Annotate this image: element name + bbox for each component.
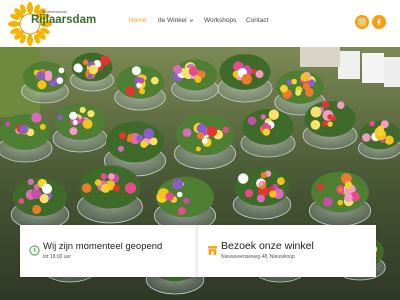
facebook-icon — [377, 18, 381, 26]
opening-hours-card: Wij zijn momenteel geopend tot 18:00 uur — [20, 225, 197, 277]
opening-hours-text: tot 18:00 uur — [43, 254, 72, 260]
logo[interactable]: Bloemenwinkel Rijlaarsdam — [8, 2, 96, 46]
nav-item-contact[interactable]: Contact — [246, 17, 268, 24]
facebook-button[interactable] — [372, 15, 386, 29]
instagram-icon — [358, 18, 366, 26]
site-header: Bloemenwinkel Rijlaarsdam Home de Winkel… — [0, 0, 400, 47]
logo-brand-name: Rijlaarsdam — [31, 14, 97, 26]
visit-store-title: Bezoek onze winkel — [221, 240, 314, 252]
nav-item-de-winkel-label: de Winkel — [158, 17, 187, 24]
nav-item-home[interactable]: Home — [129, 17, 146, 24]
nav-item-workshops[interactable]: Workshops — [204, 17, 236, 24]
opening-status-title: Wij zijn momenteel geopend — [43, 241, 163, 252]
clock-icon — [29, 245, 40, 256]
store-address: Nieuwveenseweg 48, Nieuwkoop — [221, 254, 295, 260]
chevron-down-icon — [189, 19, 193, 22]
nav-item-de-winkel[interactable]: de Winkel — [158, 17, 194, 24]
visit-store-card[interactable]: Bezoek onze winkel Nieuwveenseweg 48, Ni… — [197, 225, 376, 277]
shop-icon — [207, 246, 218, 255]
instagram-button[interactable] — [355, 15, 369, 29]
